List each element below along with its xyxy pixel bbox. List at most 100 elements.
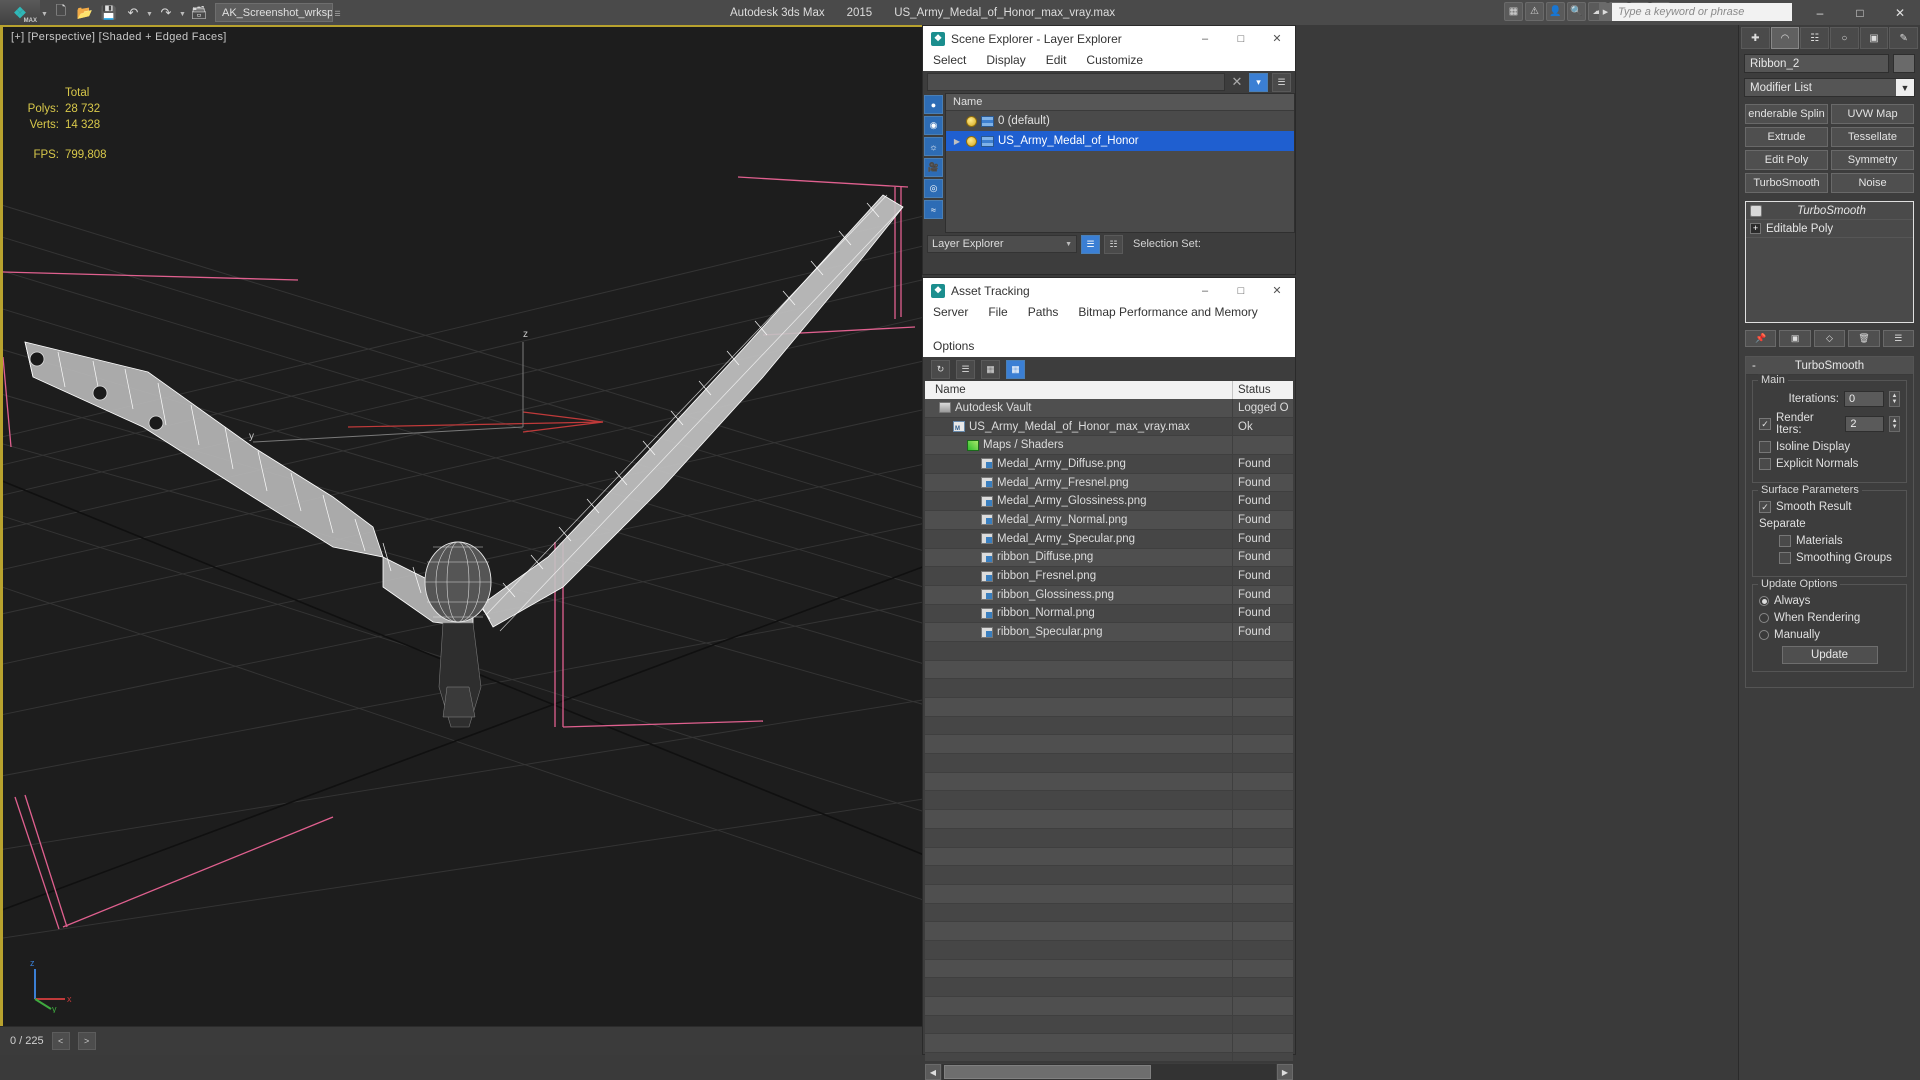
table-row-empty[interactable]	[925, 847, 1293, 867]
iterations-stepper[interactable]: ▲ ▼	[1889, 391, 1900, 407]
scene-explorer-minimize-button[interactable]: –	[1187, 26, 1223, 51]
thumbnail-view-icon[interactable]: ▦	[981, 359, 1000, 379]
manually-radio[interactable]	[1759, 630, 1769, 640]
scene-explorer-search-input[interactable]	[927, 73, 1225, 91]
undo-icon[interactable]: ↶	[121, 0, 145, 25]
lightbulb-icon[interactable]	[966, 115, 977, 127]
table-row[interactable]: Maps / Shaders	[925, 436, 1293, 456]
table-row-empty[interactable]	[925, 791, 1293, 811]
table-row-empty[interactable]	[925, 978, 1293, 997]
create-tab[interactable]: ✚	[1741, 27, 1770, 49]
table-row-empty[interactable]	[925, 716, 1293, 736]
filter-shapes-icon[interactable]: ◉	[924, 116, 943, 135]
scroll-thumb[interactable]	[944, 1065, 1152, 1079]
sign-in-icon[interactable]: 👤	[1546, 2, 1565, 21]
menu-options[interactable]: Options	[933, 339, 1287, 353]
filter-cameras-icon[interactable]: 🎥	[924, 158, 943, 177]
table-row-empty[interactable]	[925, 828, 1293, 848]
pin-stack-icon[interactable]: 📌	[1745, 330, 1777, 347]
undo-dropdown-icon[interactable]: ▼	[145, 0, 154, 25]
table-row-empty[interactable]	[925, 1015, 1293, 1035]
clear-search-icon[interactable]: ✕	[1229, 74, 1245, 90]
asset-tracking-maximize-button[interactable]: □	[1223, 278, 1259, 303]
column-name[interactable]: Name	[925, 381, 1233, 399]
scene-explorer-column-name[interactable]: Name	[946, 94, 1294, 111]
menu-bitmap-performance[interactable]: Bitmap Performance and Memory	[1078, 305, 1257, 319]
scene-explorer-panel[interactable]: ❖ Scene Explorer - Layer Explorer – □ ✕ …	[922, 25, 1296, 275]
table-row[interactable]: Autodesk Vault Logged O	[925, 399, 1293, 418]
menu-customize[interactable]: Customize	[1086, 53, 1143, 67]
iterations-input[interactable]: 0	[1844, 391, 1884, 407]
modifier-button[interactable]: Edit Poly	[1745, 150, 1828, 170]
modify-tab[interactable]: ◠	[1770, 27, 1800, 49]
modifier-list-dropdown[interactable]: Modifier List ▼	[1744, 78, 1915, 97]
scene-explorer-close-button[interactable]: ✕	[1259, 26, 1295, 51]
display-tab[interactable]: ▣	[1859, 27, 1889, 49]
render-iters-input[interactable]: 2	[1845, 416, 1885, 432]
menu-paths[interactable]: Paths	[1028, 305, 1059, 319]
lightbulb-icon[interactable]	[966, 135, 977, 147]
workspace-selector[interactable]: AK_Screenshot_wrksp ▼	[215, 3, 333, 22]
scroll-track[interactable]	[942, 1064, 1276, 1080]
modifier-stack[interactable]: TurboSmooth + Editable Poly	[1745, 201, 1914, 323]
table-row[interactable]: ribbon_Glossiness.png Found	[925, 585, 1293, 605]
modifier-button[interactable]: UVW Map	[1831, 104, 1914, 124]
scroll-left-icon[interactable]: ◀	[925, 1064, 941, 1080]
table-row[interactable]: Medal_Army_Glossiness.png Found	[925, 492, 1293, 512]
command-panel[interactable]: ✚ ◠ ☷ ○ ▣ ✎ Ribbon_2 Modifier List ▼ end…	[1738, 25, 1920, 1080]
table-row[interactable]: Medal_Army_Fresnel.png Found	[925, 473, 1293, 493]
search-expand-icon[interactable]: ▶	[1599, 3, 1612, 21]
remove-modifier-icon[interactable]: 🗑	[1848, 330, 1880, 347]
search-input[interactable]: Type a keyword or phrase	[1612, 3, 1792, 21]
stack-item-editable-poly[interactable]: + Editable Poly	[1746, 220, 1913, 238]
table-row-empty[interactable]	[925, 922, 1293, 941]
workspace-grid-icon[interactable]: ▦	[1504, 2, 1523, 21]
make-unique-icon[interactable]: ◇	[1813, 330, 1846, 347]
minimize-button[interactable]: –	[1800, 0, 1840, 25]
asset-tracking-list[interactable]: Name Status Autodesk Vault Logged O US_Arm…	[925, 381, 1293, 1061]
render-iters-stepper[interactable]: ▲ ▼	[1889, 416, 1901, 432]
filter-spacewarps-icon[interactable]: ≈	[924, 200, 943, 219]
turbosmooth-rollout-header[interactable]: - TurboSmooth	[1746, 357, 1913, 375]
table-row-empty[interactable]	[925, 679, 1293, 698]
restore-button[interactable]: □	[1840, 0, 1880, 25]
filter-helpers-icon[interactable]: ◎	[924, 179, 943, 198]
when-rendering-radio[interactable]	[1759, 613, 1769, 623]
filter-lights-icon[interactable]: ☼	[924, 137, 943, 156]
layer-row-default[interactable]: 0 (default)	[946, 111, 1294, 131]
modifier-button[interactable]: Extrude	[1745, 127, 1828, 147]
exclamation-icon[interactable]: ⚠	[1525, 2, 1544, 21]
grid-view-icon[interactable]: ▦	[1006, 359, 1025, 379]
table-row-empty[interactable]	[925, 754, 1293, 773]
object-color-swatch[interactable]	[1893, 54, 1915, 73]
table-row[interactable]: US_Army_Medal_of_Honor_max_vray.max Ok	[925, 417, 1293, 437]
modifier-button[interactable]: Tessellate	[1831, 127, 1914, 147]
viewport-perspective[interactable]: z y [+] [Perspective] [Shaded + Edged Fa…	[0, 25, 922, 1055]
magnifier-icon[interactable]: 🔍	[1567, 2, 1586, 21]
asset-tracking-panel[interactable]: ❖ Asset Tracking – □ ✕ Server File Paths…	[922, 277, 1296, 1080]
smoothing-groups-checkbox[interactable]	[1779, 552, 1791, 564]
table-row-empty[interactable]	[925, 903, 1293, 923]
hierarchy-toggle-icon[interactable]: ☷	[1104, 234, 1123, 254]
set-project-icon[interactable]: 🗃	[187, 0, 211, 25]
smooth-result-checkbox[interactable]: ✓	[1759, 501, 1771, 513]
object-name-field[interactable]: Ribbon_2	[1744, 54, 1889, 73]
table-row-empty[interactable]	[925, 810, 1293, 829]
utilities-tab[interactable]: ✎	[1889, 27, 1919, 49]
table-row-empty[interactable]	[925, 1053, 1293, 1061]
table-row[interactable]: ribbon_Fresnel.png Found	[925, 567, 1293, 586]
redo-icon[interactable]: ↷	[154, 0, 178, 25]
scene-explorer-tree[interactable]: Name 0 (default) ▶ US_Army_Medal_of_Hono…	[945, 93, 1295, 233]
menu-display[interactable]: Display	[986, 53, 1025, 67]
show-end-result-icon[interactable]: ▣	[1779, 330, 1811, 347]
asset-tracking-close-button[interactable]: ✕	[1259, 278, 1295, 303]
expand-arrow-icon[interactable]: ▶	[952, 137, 962, 146]
update-button[interactable]: Update	[1781, 646, 1878, 664]
configure-sets-icon[interactable]: ☰	[1882, 330, 1915, 347]
table-row[interactable]: ribbon_Diffuse.png Found	[925, 548, 1293, 568]
menu-edit[interactable]: Edit	[1046, 53, 1067, 67]
layers-stack-icon[interactable]: ☰	[1272, 72, 1291, 92]
table-row-empty[interactable]	[925, 660, 1293, 680]
layers-toggle-icon[interactable]: ☰	[1081, 234, 1100, 254]
table-row[interactable]: Medal_Army_Diffuse.png Found	[925, 455, 1293, 474]
